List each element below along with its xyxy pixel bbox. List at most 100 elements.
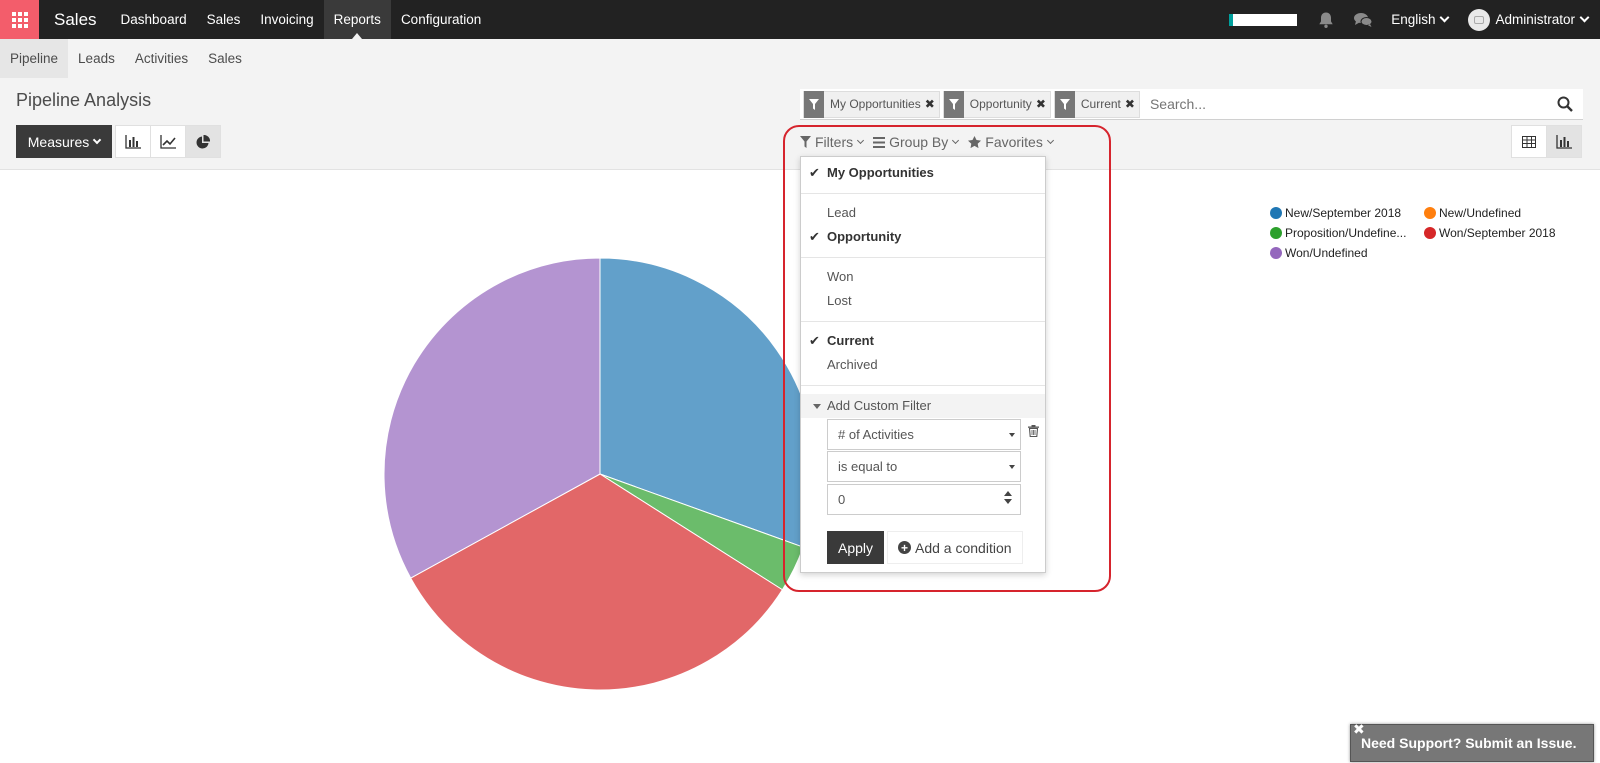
sub-menu-pipeline[interactable]: Pipeline	[0, 39, 69, 78]
group-by-toggle[interactable]: Group By	[873, 134, 960, 150]
legend-item[interactable]: New/Undefined	[1424, 206, 1521, 220]
apply-button[interactable]: Apply	[827, 531, 884, 564]
check-icon: ✔	[809, 229, 820, 244]
filter-icon	[1054, 90, 1075, 118]
top-menu-invoicing[interactable]: Invoicing	[250, 0, 323, 39]
top-menu-configuration[interactable]: Configuration	[391, 0, 491, 39]
number-stepper[interactable]	[1004, 491, 1012, 507]
chat-icon[interactable]	[1353, 11, 1373, 29]
filter-label: Opportunity	[827, 229, 902, 244]
user-menu[interactable]: Administrator	[1468, 8, 1590, 31]
legend-item[interactable]: Won/September 2018	[1424, 226, 1556, 240]
chevron-down-icon	[857, 136, 865, 145]
graph-view-button[interactable]	[1546, 125, 1582, 158]
filter-opportunity[interactable]: ✔ Opportunity	[801, 225, 1045, 249]
filter-my-opportunities[interactable]: ✔ My Opportunities	[801, 161, 1045, 185]
filter-won[interactable]: Won	[801, 265, 1045, 289]
legend-label: Won/Undefined	[1285, 246, 1368, 260]
language-selector[interactable]: English	[1391, 12, 1450, 27]
top-menu-sales[interactable]: Sales	[197, 0, 251, 39]
pivot-view-button[interactable]	[1511, 125, 1547, 158]
user-name: Administrator	[1495, 12, 1575, 27]
legend-dot	[1270, 227, 1282, 239]
sub-menu-sales[interactable]: Sales	[198, 39, 252, 78]
search-facet-my-opportunities: My Opportunities ✖	[803, 90, 940, 118]
filter-label: Lost	[827, 293, 852, 308]
legend-label: Proposition/Undefine...	[1285, 226, 1407, 240]
chart-type-group	[115, 125, 221, 158]
bar-chart-icon	[1556, 134, 1572, 149]
close-icon[interactable]: ✖	[1036, 97, 1050, 111]
bell-icon[interactable]	[1317, 11, 1335, 29]
line-chart-icon	[160, 134, 176, 149]
close-icon[interactable]: ✖	[1125, 97, 1139, 111]
facet-label: My Opportunities	[830, 97, 921, 111]
favorites-toggle[interactable]: Favorites	[968, 134, 1054, 150]
secondary-menu: Pipeline Leads Activities Sales	[0, 39, 1600, 78]
top-menu-dashboard[interactable]: Dashboard	[111, 0, 197, 39]
close-icon[interactable]: ✖	[1353, 721, 1365, 738]
sub-menu-leads[interactable]: Leads	[68, 39, 125, 78]
chevron-down-icon	[1440, 12, 1450, 23]
table-icon	[1522, 135, 1536, 148]
page-title: Pipeline Analysis	[16, 90, 152, 110]
main-navbar: Sales Dashboard Sales Invoicing Reports …	[0, 0, 1600, 39]
filter-lost[interactable]: Lost	[801, 289, 1045, 313]
filter-archived[interactable]: Archived	[801, 353, 1045, 377]
filter-lead[interactable]: Lead	[801, 201, 1045, 225]
legend-item[interactable]: Won/Undefined	[1270, 246, 1368, 260]
chevron-down-icon	[92, 135, 102, 144]
camera-icon	[1474, 15, 1485, 24]
chevron-down-icon	[1579, 12, 1590, 23]
facet-label: Opportunity	[969, 97, 1032, 111]
custom-filter-value-input[interactable]: 0	[827, 484, 1021, 515]
legend-item[interactable]: New/September 2018	[1270, 206, 1401, 220]
filters-toggle[interactable]: Filters	[800, 134, 865, 150]
top-menu: Dashboard Sales Invoicing Reports Config…	[111, 0, 492, 39]
support-widget[interactable]: ✖ Need Support? Submit an Issue.	[1350, 721, 1594, 762]
language-label: English	[1391, 12, 1436, 27]
add-condition-button[interactable]: + Add a condition	[887, 531, 1023, 564]
avatar	[1468, 8, 1491, 31]
caret-down-icon	[1009, 433, 1015, 437]
custom-filter-operator-select[interactable]: is equal to	[827, 451, 1021, 482]
top-right-systray: English Administrator	[1229, 0, 1600, 39]
chevron-down-icon	[952, 136, 960, 145]
legend-item[interactable]: Proposition/Undefine...	[1270, 226, 1406, 240]
pie-chart-button[interactable]	[185, 125, 221, 158]
search-facet-opportunity: Opportunity ✖	[942, 90, 1051, 118]
app-brand[interactable]: Sales	[39, 0, 111, 39]
list-icon	[873, 136, 886, 148]
onboarding-progress-bar[interactable]	[1229, 13, 1298, 26]
search-bar: My Opportunities ✖ Opportunity ✖ Current…	[800, 89, 1583, 120]
filter-label: Won	[827, 269, 854, 284]
search-icon[interactable]	[1557, 96, 1573, 112]
bar-chart-button[interactable]	[115, 125, 151, 158]
filter-icon	[804, 90, 824, 118]
chevron-down-icon	[1046, 136, 1054, 145]
caret-down-icon	[1009, 465, 1015, 469]
top-menu-reports[interactable]: Reports	[323, 0, 391, 39]
grid-icon	[11, 11, 28, 28]
view-switcher	[1511, 125, 1582, 158]
filter-icon	[943, 90, 964, 118]
filter-current[interactable]: ✔ Current	[801, 329, 1045, 353]
trash-icon[interactable]	[1028, 425, 1039, 437]
close-icon[interactable]: ✖	[925, 97, 939, 111]
check-icon: ✔	[809, 165, 820, 180]
sub-menu-activities[interactable]: Activities	[125, 39, 198, 78]
apps-menu-button[interactable]	[0, 0, 39, 39]
pie-chart-icon	[196, 134, 210, 148]
operator-value: is equal to	[838, 459, 898, 474]
custom-filter-header: Add Custom Filter	[827, 398, 932, 413]
add-custom-filter-toggle[interactable]: Add Custom Filter	[801, 394, 1045, 418]
line-chart-button[interactable]	[150, 125, 186, 158]
measures-label: Measures	[27, 133, 90, 150]
search-input[interactable]	[1149, 96, 1540, 112]
legend-label: Won/September 2018	[1439, 226, 1556, 240]
add-condition-label: Add a condition	[915, 539, 1012, 556]
legend-label: New/Undefined	[1439, 206, 1522, 220]
custom-filter-field-select[interactable]: # of Activities	[827, 419, 1021, 450]
check-icon: ✔	[809, 333, 820, 348]
measures-button[interactable]: Measures	[16, 125, 112, 158]
